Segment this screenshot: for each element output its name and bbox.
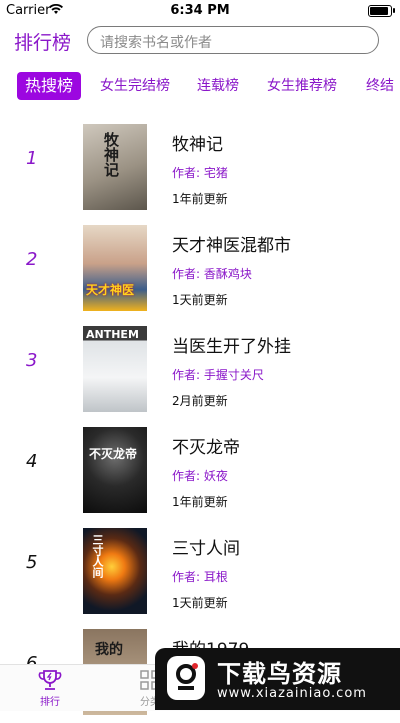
list-item[interactable]: 3 ANTHEM 当医生开了外挂 作者: 手握寸关尺 2月前更新 <box>0 320 400 420</box>
book-updated: 1天前更新 <box>172 293 228 307</box>
book-cover: 牧神记 <box>83 124 147 210</box>
page-title: 排行榜 <box>14 32 72 54</box>
cover-title: 天才神医 <box>86 283 135 297</box>
cover-title: ANTHEM <box>86 328 139 341</box>
rank-number: 4 <box>26 451 38 472</box>
list-item[interactable]: 5 三寸人间 三寸人间 作者: 耳根 1天前更新 <box>0 522 400 622</box>
battery-icon <box>368 5 395 17</box>
cover-title: 不灭龙帝 <box>89 447 138 461</box>
book-updated: 1天前更新 <box>172 596 228 610</box>
rank-number: 3 <box>26 350 38 371</box>
book-title: 当医生开了外挂 <box>172 337 291 357</box>
search-placeholder: 请搜索书名或作者 <box>100 35 212 51</box>
watermark-banner: 下载鸟资源 www.xiazainiao.com <box>155 648 400 710</box>
header: 排行榜 请搜索书名或作者 <box>0 22 400 62</box>
book-updated: 1年前更新 <box>172 495 228 509</box>
tab-completed[interactable]: 终结 <box>366 72 394 100</box>
tabbar-item-ranking[interactable]: 排行 <box>20 669 80 708</box>
trophy-icon <box>38 670 62 690</box>
tabbar-label-ranking: 排行 <box>40 697 60 708</box>
book-updated: 1年前更新 <box>172 192 228 206</box>
book-author: 作者: 香酥鸡块 <box>172 267 252 281</box>
book-cover: ANTHEM <box>83 326 147 412</box>
book-cover: 天才神医 <box>83 225 147 311</box>
search-input[interactable]: 请搜索书名或作者 <box>87 26 379 54</box>
tab-hot-search[interactable]: 热搜榜 <box>17 72 82 100</box>
list-item[interactable]: 1 牧神记 牧神记 作者: 宅猪 1年前更新 <box>0 118 400 218</box>
book-title: 天才神医混都市 <box>172 236 291 256</box>
status-time: 6:34 PM <box>170 3 230 18</box>
book-author: 作者: 耳根 <box>172 570 228 584</box>
watermark-title: 下载鸟资源 <box>217 660 342 688</box>
book-cover: 三寸人间 <box>83 528 147 614</box>
tab-female-recommended[interactable]: 女生推荐榜 <box>267 72 337 100</box>
rank-number: 1 <box>26 148 38 169</box>
battery-level <box>370 7 388 15</box>
book-updated: 2月前更新 <box>172 394 228 408</box>
tab-female-completed[interactable]: 女生完结榜 <box>100 72 170 100</box>
tab-serialized[interactable]: 连载榜 <box>197 72 239 100</box>
book-author: 作者: 手握寸关尺 <box>172 368 264 382</box>
book-cover: 不灭龙帝 <box>83 427 147 513</box>
ranking-tabs: 热搜榜 女生完结榜 连载榜 女生推荐榜 终结 <box>0 70 400 102</box>
book-title: 牧神记 <box>172 135 223 155</box>
cover-title: 牧神记 <box>102 132 120 177</box>
cover-title: 三寸人间 <box>91 534 104 578</box>
rank-number: 2 <box>26 249 38 270</box>
cover-title: 我的 <box>95 642 123 658</box>
list-item[interactable]: 2 天才神医 天才神医混都市 作者: 香酥鸡块 1天前更新 <box>0 219 400 319</box>
list-item[interactable]: 4 不灭龙帝 不灭龙帝 作者: 妖夜 1年前更新 <box>0 421 400 521</box>
watermark-url: www.xiazainiao.com <box>217 686 367 701</box>
book-author: 作者: 宅猪 <box>172 166 228 180</box>
book-title: 不灭龙帝 <box>172 438 240 458</box>
watermark-logo-icon <box>167 656 205 700</box>
status-bar: Carrier 6:34 PM <box>0 0 400 22</box>
book-author: 作者: 妖夜 <box>172 469 228 483</box>
rank-number: 5 <box>26 552 38 573</box>
book-title: 三寸人间 <box>172 539 240 559</box>
